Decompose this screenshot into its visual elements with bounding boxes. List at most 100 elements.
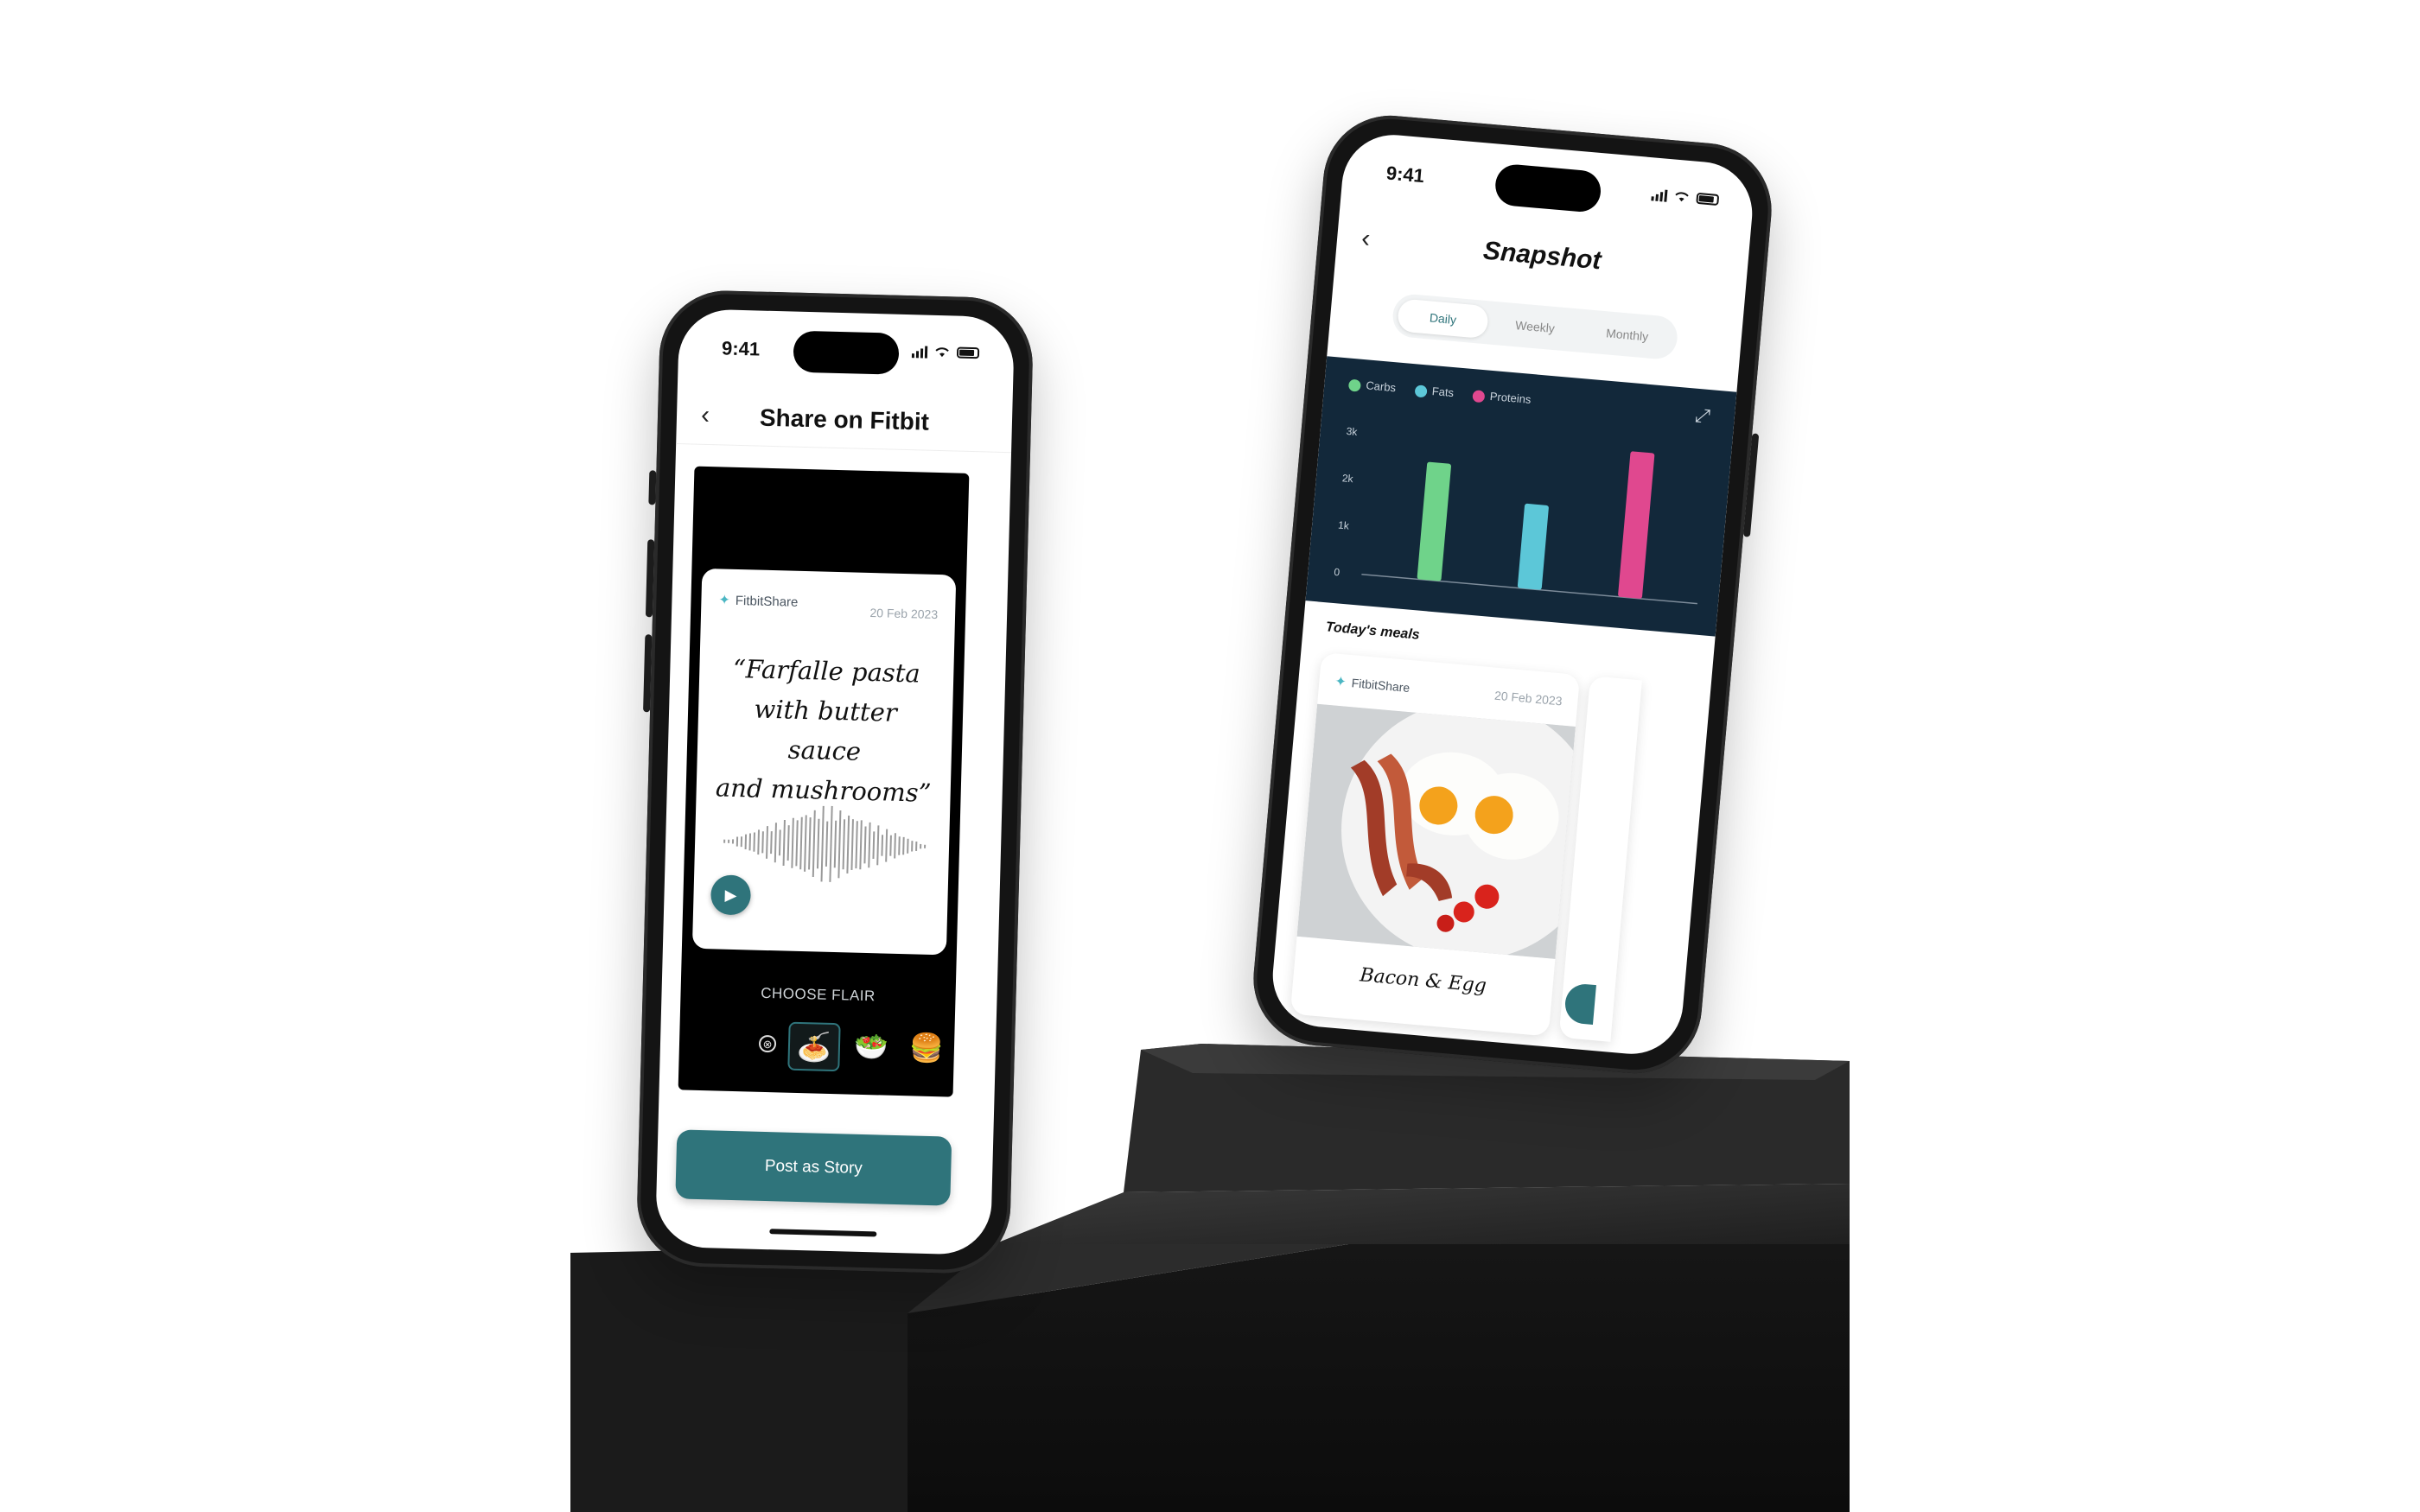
quote-line-2: with butter sauce bbox=[754, 694, 898, 766]
meal-date: 20 Feb 2023 bbox=[1493, 688, 1563, 708]
waveform-bar bbox=[902, 836, 905, 855]
choose-flair-label: CHOOSE FLAIR bbox=[761, 984, 876, 1005]
proteins-dot-icon bbox=[1472, 389, 1486, 403]
battery-icon bbox=[956, 346, 980, 359]
waveform-bar bbox=[753, 832, 755, 852]
waveform-bar bbox=[846, 815, 850, 874]
waveform-bar bbox=[761, 831, 764, 854]
waveform-bar bbox=[863, 826, 867, 864]
fitbit-logo-icon: ✦ bbox=[1334, 674, 1347, 690]
macros-chart-panel: Carbs Fats Proteins ⤢ 0 1k 2k 3k bbox=[1305, 356, 1737, 637]
tab-daily[interactable]: Daily bbox=[1397, 298, 1489, 340]
meal-photo bbox=[1296, 703, 1576, 959]
meal-quote: “Farfalle pasta with butter sauce and mu… bbox=[713, 648, 937, 813]
waveform-bar bbox=[820, 805, 825, 882]
home-indicator[interactable] bbox=[769, 1229, 877, 1237]
legend-label-carbs: Carbs bbox=[1365, 378, 1397, 395]
cellular-signal-icon bbox=[911, 344, 928, 359]
flair-salad-icon[interactable]: 🥗 bbox=[846, 1023, 895, 1069]
meal-name: Bacon & Egg bbox=[1359, 964, 1487, 998]
phone-snapshot: 9:41 ‹ Snapshot Daily Weekly Monthly Car… bbox=[1247, 110, 1778, 1079]
story-preview: ✦ FitbitShare 20 Feb 2023 “Farfalle past… bbox=[678, 466, 970, 1097]
waveform-bar bbox=[837, 810, 842, 879]
none-icon[interactable]: ⊗ bbox=[758, 1034, 777, 1053]
waveform-bar bbox=[898, 836, 901, 855]
waveform-bar bbox=[804, 815, 807, 872]
card-date: 20 Feb 2023 bbox=[869, 605, 939, 622]
volume-up-button bbox=[645, 539, 655, 618]
tab-monthly[interactable]: Monthly bbox=[1581, 314, 1673, 355]
meal-card[interactable]: ✦ FitbitShare 20 Feb 2023 Bacon & Egg bbox=[1290, 652, 1581, 1037]
status-bar: 9:41 bbox=[1341, 155, 1754, 225]
waveform-bar bbox=[782, 819, 786, 866]
carbs-dot-icon bbox=[1347, 378, 1362, 392]
expand-icon[interactable]: ⤢ bbox=[1694, 404, 1711, 428]
waveform-bar bbox=[816, 818, 820, 869]
waveform-bar bbox=[876, 825, 880, 866]
macros-bar-chart: 0 1k 2k 3k bbox=[1334, 425, 1697, 605]
share-screen: 9:41 ‹ Share on Fitbit ✦ FitbitShare 20 … bbox=[654, 308, 1016, 1255]
quote-line-1: “Farfalle pasta bbox=[732, 653, 921, 689]
y-tick-label: 3k bbox=[1346, 425, 1359, 438]
share-card: ✦ FitbitShare 20 Feb 2023 “Farfalle past… bbox=[691, 568, 957, 956]
flair-burger-icon[interactable]: 🍔 bbox=[901, 1025, 951, 1070]
waveform-bar bbox=[833, 820, 837, 868]
waveform-bar bbox=[889, 835, 892, 856]
waveform-bar bbox=[850, 819, 854, 870]
wifi-icon bbox=[1675, 192, 1689, 202]
legend-label-fats: Fats bbox=[1431, 384, 1455, 400]
bar-carbs[interactable] bbox=[1417, 461, 1451, 581]
fitbit-logo-icon: ✦ bbox=[718, 593, 731, 608]
waveform-bar bbox=[786, 825, 790, 861]
bar-proteins[interactable] bbox=[1618, 451, 1655, 599]
wifi-icon bbox=[935, 347, 949, 358]
status-time: 9:41 bbox=[721, 337, 761, 360]
waveform-bar bbox=[885, 829, 888, 862]
brand-logo: ✦ FitbitShare bbox=[718, 591, 798, 610]
waveform-bar bbox=[842, 819, 846, 870]
bar-fats[interactable] bbox=[1517, 503, 1549, 590]
chart-legend: Carbs Fats Proteins bbox=[1347, 378, 1532, 407]
legend-item-fats: Fats bbox=[1414, 383, 1455, 400]
phone-share: 9:41 ‹ Share on Fitbit ✦ FitbitShare 20 … bbox=[635, 289, 1035, 1275]
cellular-signal-icon bbox=[1651, 187, 1668, 202]
waveform-bar bbox=[808, 817, 812, 870]
waveform-bar bbox=[872, 831, 876, 860]
waveform-bar bbox=[812, 810, 816, 878]
todays-meals-title: Today's meals bbox=[1325, 619, 1421, 643]
waveform-bar bbox=[748, 833, 752, 851]
tab-weekly[interactable]: Weekly bbox=[1489, 307, 1582, 347]
play-button[interactable]: ▶ bbox=[710, 874, 752, 916]
brand-name: FitbitShare bbox=[735, 593, 799, 610]
status-bar: 9:41 bbox=[678, 333, 1015, 376]
waveform-bar bbox=[791, 817, 794, 868]
y-tick-label: 1k bbox=[1338, 519, 1351, 532]
flair-spaghetti-icon[interactable]: 🍝 bbox=[787, 1021, 841, 1072]
snapshot-screen: 9:41 ‹ Snapshot Daily Weekly Monthly Car… bbox=[1268, 130, 1757, 1058]
waveform-bar bbox=[855, 821, 858, 869]
play-icon: ▶ bbox=[724, 886, 737, 905]
legend-label-proteins: Proteins bbox=[1489, 389, 1532, 406]
y-tick-label: 2k bbox=[1341, 472, 1354, 485]
page-title: Share on Fitbit bbox=[759, 403, 930, 435]
battery-icon bbox=[1696, 192, 1720, 206]
waveform-bar bbox=[757, 829, 761, 855]
waveform-bar bbox=[825, 821, 829, 867]
period-tabs: Daily Weekly Monthly bbox=[1391, 292, 1679, 361]
brand-logo: ✦ FitbitShare bbox=[1334, 673, 1411, 697]
flair-picker: ⊗ 🍝 🥗 🍔 bbox=[678, 1015, 954, 1074]
brand-name: FitbitShare bbox=[1351, 676, 1411, 696]
waveform-bar bbox=[774, 823, 777, 863]
audio-waveform bbox=[723, 805, 927, 882]
waveform-bar bbox=[829, 805, 833, 882]
waveform-bar bbox=[859, 820, 863, 870]
action-button bbox=[648, 470, 657, 505]
y-tick-label: 0 bbox=[1334, 566, 1341, 579]
waveform-bar bbox=[799, 816, 803, 870]
page-title: Snapshot bbox=[1481, 236, 1602, 276]
volume-down-button bbox=[643, 634, 653, 713]
post-as-story-button[interactable]: Post as Story bbox=[675, 1129, 952, 1206]
legend-item-proteins: Proteins bbox=[1472, 388, 1532, 406]
legend-item-carbs: Carbs bbox=[1347, 378, 1397, 395]
bottom-tile-2[interactable] bbox=[1426, 1046, 1561, 1058]
